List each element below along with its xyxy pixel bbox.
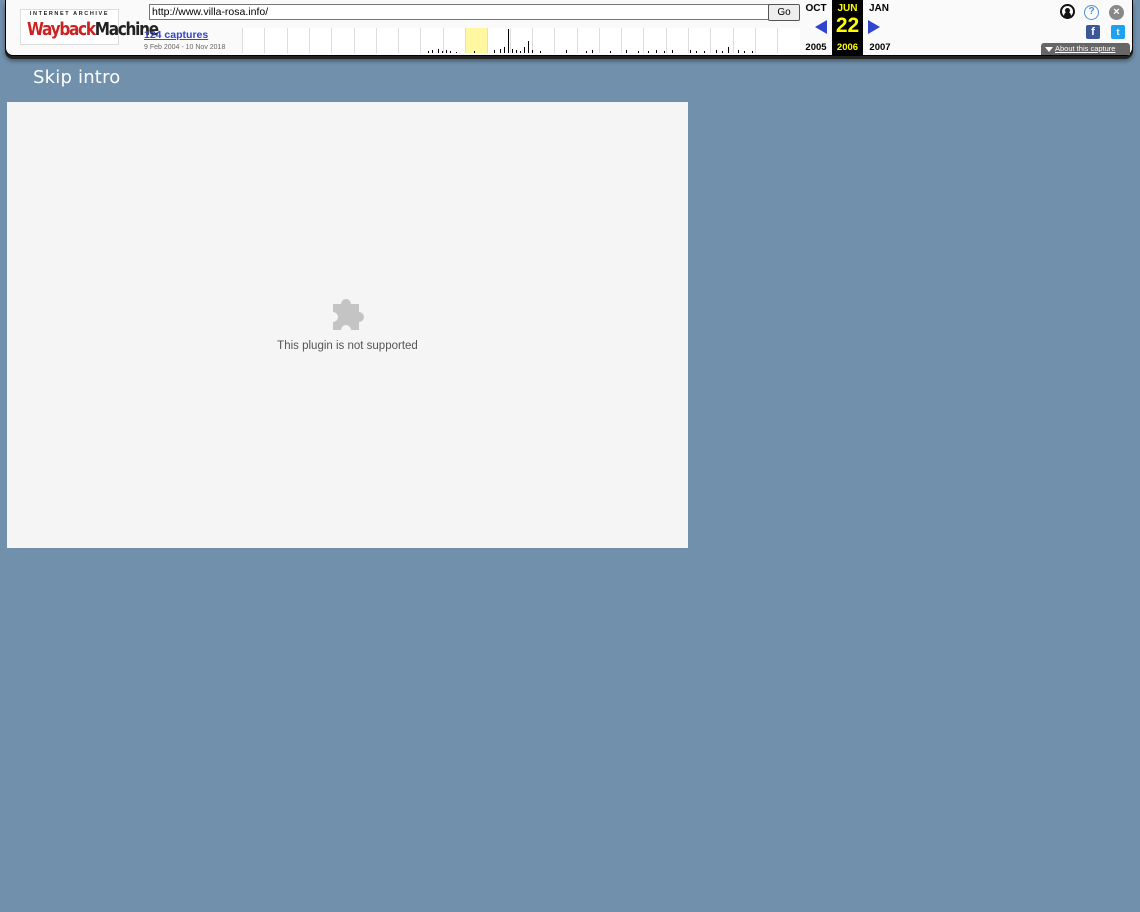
sparkline-year-column[interactable]: [465, 28, 489, 53]
sparkline-capture-mark: [690, 50, 691, 53]
sparkline-year-column[interactable]: [331, 28, 354, 53]
puzzle-piece-icon: [333, 299, 364, 330]
sparkline-capture-mark: [672, 50, 673, 53]
next-year-link[interactable]: 2007: [865, 42, 895, 53]
close-icon[interactable]: ×: [1109, 5, 1124, 20]
sparkline-capture-mark: [428, 51, 429, 53]
sparkline-year-column[interactable]: [621, 28, 644, 53]
sparkline-capture-mark: [592, 50, 593, 53]
current-capture-date: JUN 22 2006: [832, 0, 863, 55]
sparkline-capture-mark: [738, 50, 739, 53]
sparkline-capture-mark: [696, 51, 697, 53]
about-this-capture-button[interactable]: About this capture: [1041, 43, 1130, 55]
sparkline-capture-mark: [566, 50, 567, 53]
sparkline-year-column[interactable]: [732, 28, 756, 53]
capture-sparkline[interactable]: [242, 28, 800, 53]
logo-wayback-machine-text: WaybackMachine: [27, 19, 159, 40]
sparkline-year-column[interactable]: [688, 28, 711, 53]
capture-date-range: 9 Feb 2004 - 10 Nov 2018: [144, 44, 226, 51]
plugin-placeholder: This plugin is not supported: [7, 102, 688, 548]
next-capture-arrow-icon[interactable]: [868, 20, 880, 34]
sparkline-capture-mark: [516, 50, 517, 53]
sparkline-capture-mark: [474, 51, 475, 53]
sparkline-year-column[interactable]: [308, 28, 332, 53]
twitter-share-icon[interactable]: t: [1111, 25, 1125, 39]
sparkline-year-column[interactable]: [531, 28, 555, 53]
skip-intro-link[interactable]: Skip intro: [33, 67, 120, 88]
sparkline-capture-mark: [446, 50, 447, 53]
sparkline-capture-mark: [512, 49, 513, 53]
sparkline-capture-mark: [524, 47, 525, 53]
sparkline-capture-mark: [540, 51, 541, 53]
current-year: 2006: [836, 42, 859, 53]
current-month: JUN: [837, 3, 858, 14]
sparkline-capture-mark: [520, 51, 521, 53]
url-input[interactable]: http://www.villa-rosa.info/: [149, 4, 770, 20]
sparkline-capture-mark: [508, 29, 509, 53]
next-month-link[interactable]: JAN: [864, 3, 894, 14]
sparkline-capture-mark: [450, 51, 451, 53]
sparkline-capture-mark: [442, 51, 443, 53]
logo-internet-archive-text: INTERNET ARCHIVE: [29, 11, 110, 17]
sparkline-capture-mark: [664, 51, 665, 53]
triangle-down-icon: [1045, 46, 1053, 52]
sparkline-capture-mark: [716, 50, 717, 53]
sparkline-year-column[interactable]: [576, 28, 600, 53]
sparkline-capture-mark: [744, 51, 745, 53]
sparkline-capture-mark: [638, 51, 639, 53]
prev-capture-arrow-icon[interactable]: [815, 20, 827, 34]
user-account-icon[interactable]: [1060, 4, 1075, 19]
sparkline-capture-mark: [528, 41, 529, 53]
captures-link[interactable]: 124 captures: [144, 29, 208, 41]
sparkline-year-column[interactable]: [777, 28, 800, 53]
sparkline-capture-mark: [704, 51, 705, 53]
sparkline-capture-mark: [648, 51, 649, 53]
sparkline-capture-mark: [656, 50, 657, 53]
sparkline-year-column[interactable]: [398, 28, 421, 53]
sparkline-year-column[interactable]: [665, 28, 689, 53]
sparkline-year-column[interactable]: [242, 28, 265, 53]
sparkline-capture-mark: [626, 50, 627, 53]
facebook-share-icon[interactable]: f: [1086, 25, 1100, 39]
sparkline-capture-mark: [500, 49, 501, 53]
sparkline-capture-mark: [722, 51, 723, 53]
wayback-toolbar: INTERNET ARCHIVE WaybackMachine http://w…: [5, 0, 1133, 56]
sparkline-year-column[interactable]: [353, 28, 377, 53]
wayback-logo[interactable]: INTERNET ARCHIVE WaybackMachine: [20, 9, 159, 45]
sparkline-capture-mark: [586, 51, 587, 53]
go-button[interactable]: Go: [768, 4, 800, 21]
sparkline-year-column[interactable]: [264, 28, 287, 53]
sparkline-year-column[interactable]: [509, 28, 533, 53]
help-icon[interactable]: ?: [1084, 5, 1099, 20]
sparkline-capture-mark: [752, 51, 753, 53]
sparkline-year-column[interactable]: [375, 28, 399, 53]
sparkline-year-column[interactable]: [710, 28, 733, 53]
sparkline-capture-mark: [532, 50, 533, 53]
sparkline-year-column[interactable]: [598, 28, 622, 53]
sparkline-capture-mark: [432, 50, 433, 53]
sparkline-year-column[interactable]: [286, 28, 310, 53]
sparkline-capture-mark: [494, 50, 495, 53]
about-capture-label: About this capture: [1055, 44, 1116, 53]
sparkline-capture-mark: [504, 47, 505, 53]
prev-month-link[interactable]: OCT: [801, 3, 831, 14]
sparkline-capture-mark: [610, 51, 611, 53]
prev-year-link[interactable]: 2005: [801, 42, 831, 53]
plugin-not-supported-message: This plugin is not supported: [277, 340, 418, 352]
sparkline-capture-mark: [456, 52, 457, 53]
sparkline-capture-mark: [438, 49, 439, 53]
sparkline-year-column[interactable]: [754, 28, 778, 53]
sparkline-capture-mark: [728, 47, 729, 53]
current-day: 22: [835, 14, 860, 37]
